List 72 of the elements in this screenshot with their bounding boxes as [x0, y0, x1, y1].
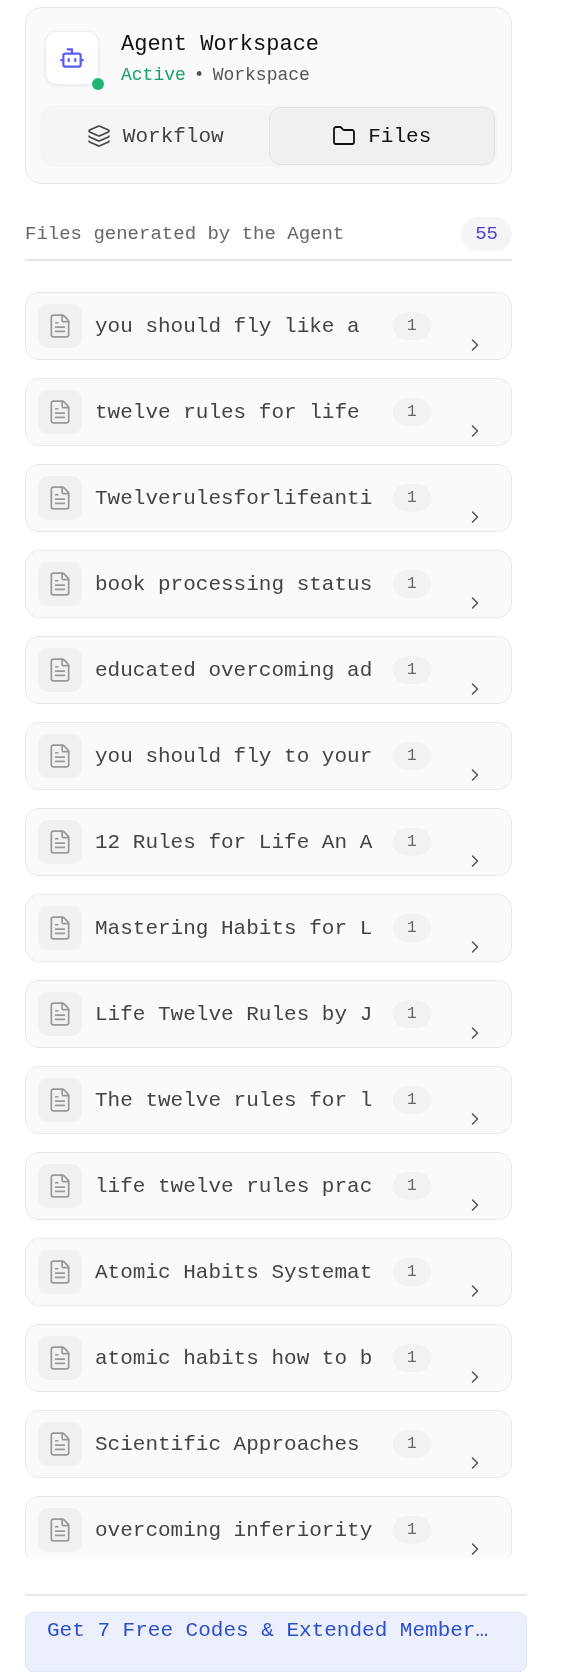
document-icon [38, 648, 82, 692]
document-icon [38, 1422, 82, 1466]
document-icon [38, 734, 82, 778]
workspace-title: Agent Workspace [121, 31, 320, 57]
file-item[interactable]: book processing status 1 [25, 550, 512, 618]
separator-dot: • [193, 64, 205, 85]
file-name: Twelverulesforlifeanti [95, 486, 374, 510]
section-heading: Files generated by the Agent [25, 223, 345, 245]
file-name: book processing status [95, 572, 374, 596]
document-icon [38, 476, 82, 520]
tab[interactable]: Workflow [42, 107, 269, 165]
file-item[interactable]: you should fly to your 1 [25, 722, 512, 790]
file-item[interactable]: educated overcoming ad 1 [25, 636, 512, 704]
file-item[interactable]: life twelve rules prac 1 [25, 1152, 512, 1220]
version-count: 1 [393, 656, 431, 684]
version-count: 1 [393, 1516, 431, 1544]
version-count: 1 [393, 312, 431, 340]
version-count: 1 [393, 914, 431, 942]
document-icon [38, 1164, 82, 1208]
version-count: 1 [393, 1000, 431, 1028]
file-item[interactable]: you should fly like a 1 [25, 292, 512, 360]
version-count: 1 [393, 1172, 431, 1200]
document-icon [38, 992, 82, 1036]
document-icon [38, 304, 82, 348]
file-name: Mastering Habits for L [95, 916, 374, 940]
version-count: 1 [393, 398, 431, 426]
version-count: 1 [393, 484, 431, 512]
document-icon [38, 1250, 82, 1294]
folder-icon [332, 124, 357, 148]
file-name: twelve rules for life [95, 400, 361, 424]
version-count: 1 [393, 1430, 431, 1458]
document-icon [38, 820, 82, 864]
file-item[interactable]: atomic habits how to b 1 [25, 1324, 512, 1392]
document-icon [38, 1078, 82, 1122]
file-item[interactable]: Atomic Habits Systemat 1 [25, 1238, 512, 1306]
version-count: 1 [393, 1344, 431, 1372]
tab[interactable]: Files [268, 107, 495, 165]
file-name: The twelve rules for l [95, 1088, 374, 1112]
file-name: you should fly like a [95, 314, 361, 338]
file-name: atomic habits how to b [95, 1346, 374, 1370]
file-name: educated overcoming ad [95, 658, 374, 682]
file-item[interactable]: The twelve rules for l 1 [25, 1066, 512, 1134]
promo-banner[interactable]: Get 7 Free Codes & Extended Member… [25, 1612, 527, 1672]
status-label: Active [121, 64, 186, 85]
file-item[interactable]: Life Twelve Rules by J 1 [25, 980, 512, 1048]
file-item[interactable]: 12 Rules for Life An A 1 [25, 808, 512, 876]
version-count: 1 [393, 1086, 431, 1114]
file-name: Atomic Habits Systemat [95, 1260, 374, 1284]
document-icon [38, 562, 82, 606]
file-name: Scientific Approaches [95, 1432, 361, 1456]
file-item[interactable]: overcoming inferiority 1 [25, 1496, 512, 1559]
file-name: life twelve rules prac [95, 1174, 374, 1198]
document-icon [38, 906, 82, 950]
version-count: 1 [393, 828, 431, 856]
file-item[interactable]: Scientific Approaches 1 [25, 1410, 512, 1478]
file-count-badge: 55 [461, 217, 512, 251]
file-name: 12 Rules for Life An A [95, 830, 374, 854]
version-count: 1 [393, 742, 431, 770]
robot-icon [59, 45, 85, 71]
file-name: Life Twelve Rules by J [95, 1002, 374, 1026]
file-item[interactable]: Mastering Habits for L 1 [25, 894, 512, 962]
version-count: 1 [393, 570, 431, 598]
file-name: you should fly to your [95, 744, 374, 768]
file-item[interactable]: Twelverulesforlifeanti 1 [25, 464, 512, 532]
document-icon [38, 390, 82, 434]
document-icon [38, 1336, 82, 1380]
file-item[interactable]: twelve rules for life 1 [25, 378, 512, 446]
version-count: 1 [393, 1258, 431, 1286]
document-icon [38, 1508, 82, 1552]
file-name: overcoming inferiority [95, 1518, 374, 1542]
workspace-subtitle: Workspace [212, 64, 310, 85]
layers-icon [86, 124, 111, 148]
